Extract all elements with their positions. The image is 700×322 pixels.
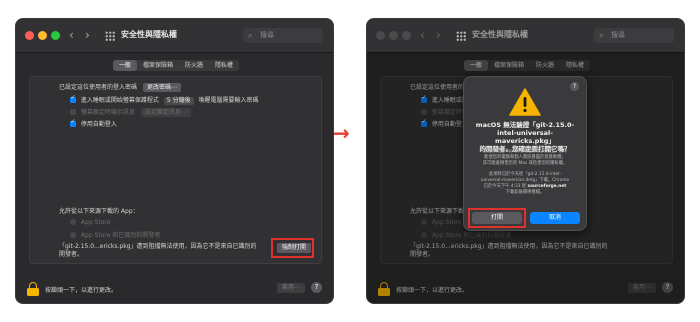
search-placeholder: 搜尋 bbox=[611, 31, 625, 39]
radio-app-store-identified[interactable] bbox=[70, 232, 76, 238]
minimize-window-button[interactable] bbox=[389, 31, 398, 40]
require-password-checkbox[interactable] bbox=[70, 94, 76, 103]
zoom-window-button[interactable] bbox=[402, 31, 411, 40]
window-title: 安全性與隱私權 bbox=[472, 30, 528, 39]
password-set-label: 已設定這位使用者的登入密碼 bbox=[59, 84, 138, 91]
search-icon: ⌕ bbox=[599, 31, 604, 40]
require-password-delay-select[interactable]: 5 分鐘後 bbox=[163, 97, 194, 105]
lock-icon[interactable] bbox=[27, 282, 39, 296]
dialog-source-domain: sourceforge.net bbox=[527, 184, 567, 189]
dialog-source-line4: 下載此磁碟映像檔。 bbox=[505, 190, 545, 195]
titlebar: ‹ › 安全性與隱私權 ⌕ 搜尋 bbox=[16, 19, 333, 53]
dialog-source-line3: 已於今天下午 4:33 從 bbox=[483, 184, 527, 189]
search-icon: ⌕ bbox=[248, 31, 253, 40]
show-message-label: 螢幕鎖定時顯示訊息 bbox=[80, 109, 135, 116]
tab-privacy[interactable]: 隱私權 bbox=[209, 60, 239, 71]
dialog-help-button[interactable]: ? bbox=[570, 82, 579, 91]
allow-apps-label: 允許從以下來源下載的 App： bbox=[59, 208, 139, 215]
apply-button[interactable]: 套用⋯ bbox=[277, 283, 306, 293]
minimize-window-button[interactable] bbox=[38, 31, 47, 40]
tab-filevault[interactable]: 檔案保險箱 bbox=[137, 60, 179, 71]
back-icon[interactable]: ‹ bbox=[69, 28, 74, 42]
dialog-body: 若您打開此 App 將會覆蓋系統安全性，這可 能使您的電腦和個人資訊暴露於惡意軟… bbox=[472, 149, 578, 196]
footer: 按鎖頭一下，以進行更改。 套用⋯ ? bbox=[16, 281, 333, 301]
cancel-button[interactable]: 取消 bbox=[530, 212, 580, 224]
disable-auto-login-label: 停用自動登入 bbox=[80, 121, 117, 128]
forward-icon[interactable]: › bbox=[85, 28, 90, 42]
tab-bar: 一般 檔案保險箱 防火牆 隱私權 bbox=[113, 60, 240, 71]
radio-app-store-identified-label: App Store 和已識別的開發者 bbox=[80, 232, 161, 239]
highlight-box-open-anyway bbox=[271, 238, 314, 258]
radio-app-store[interactable] bbox=[70, 219, 76, 225]
forward-icon[interactable]: › bbox=[436, 28, 441, 42]
show-message-checkbox[interactable] bbox=[70, 109, 76, 115]
change-password-button[interactable]: 更改密碼⋯ bbox=[142, 83, 181, 92]
zoom-window-button[interactable] bbox=[51, 31, 60, 40]
blocked-message-line2: 開發者。 bbox=[59, 251, 84, 258]
close-window-button[interactable] bbox=[25, 31, 34, 40]
dialog-title-line1: macOS 無法驗證「git-2.15.0- bbox=[475, 121, 575, 129]
lock-instruction: 按鎖頭一下，以進行更改。 bbox=[45, 287, 118, 294]
dialog-title-line2: intel-universal-mavericks.pkg」 bbox=[495, 129, 555, 145]
show-all-grid-icon[interactable] bbox=[456, 31, 466, 41]
search-field[interactable]: ⌕ 搜尋 bbox=[594, 28, 674, 43]
require-password-label: 進入睡眠或開始螢幕保護程式 bbox=[80, 97, 159, 104]
security-privacy-window-after: ‹ › 安全性與隱私權 ⌕ 搜尋 一般 檔案保險箱 防火牆 隱私權 已設定這位使… bbox=[367, 19, 684, 303]
back-icon[interactable]: ‹ bbox=[420, 28, 425, 42]
security-privacy-window-before: ‹ › 安全性與隱私權 ⌕ 搜尋 一般 檔案保險箱 防火牆 隱私權 已設定這位使… bbox=[16, 19, 333, 303]
blocked-message-line1: 「git-2.15.0...ericks.pkg」遭到阻擋無法使用，因為它不是來… bbox=[59, 243, 257, 250]
show-all-grid-icon[interactable] bbox=[105, 31, 115, 41]
disable-auto-login-checkbox[interactable] bbox=[70, 118, 76, 127]
transition-arrow-icon: → bbox=[333, 121, 350, 145]
titlebar: ‹ › 安全性與隱私權 ⌕ 搜尋 bbox=[367, 19, 684, 53]
general-panel: 已設定這位使用者的登入密碼 更改密碼⋯ 進入睡眠或開始螢幕保護程式 5 分鐘後 … bbox=[29, 76, 322, 264]
search-placeholder: 搜尋 bbox=[260, 31, 274, 39]
highlight-box-open-button bbox=[468, 208, 526, 228]
require-password-suffix: 喚醒電腦需要輸入密碼 bbox=[198, 97, 259, 104]
set-lock-message-button[interactable]: 設定鎖定訊息⋯ bbox=[140, 108, 191, 117]
help-button[interactable]: ? bbox=[311, 282, 322, 293]
dialog-body-line3: 其可能會損害您的 Mac 或危害您的隱私權。 bbox=[482, 161, 568, 166]
close-window-button[interactable] bbox=[376, 31, 385, 40]
warning-icon bbox=[509, 88, 541, 116]
tab-firewall[interactable]: 防火牆 bbox=[179, 60, 209, 71]
search-field[interactable]: ⌕ 搜尋 bbox=[243, 28, 323, 43]
window-title: 安全性與隱私權 bbox=[121, 30, 177, 39]
unverified-developer-dialog: ? macOS 無法驗證「git-2.15.0- intel-universal… bbox=[463, 76, 587, 231]
tab-general[interactable]: 一般 bbox=[113, 60, 138, 71]
radio-app-store-label: App Store bbox=[80, 219, 111, 226]
